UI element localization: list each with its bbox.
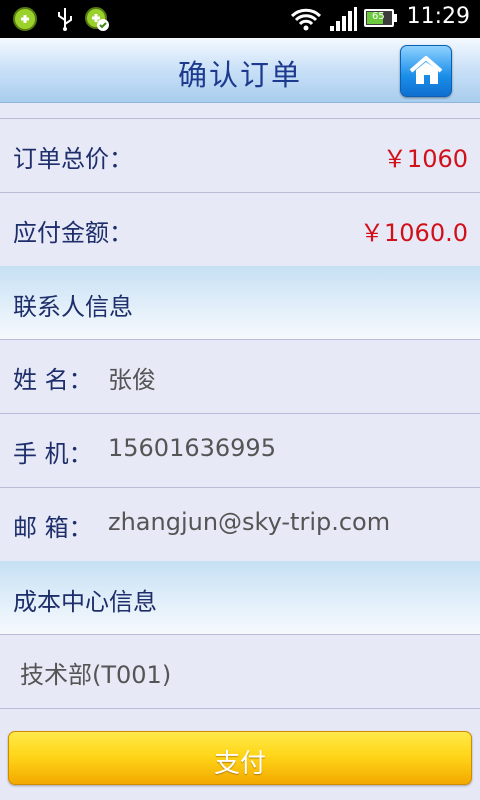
contact-email-label: 邮 箱： bbox=[13, 514, 93, 542]
contact-phone-row: 手 机： 15601636995 bbox=[0, 414, 480, 488]
contact-section-title: 联系人信息 bbox=[13, 293, 133, 321]
pay-button-label: 支付 bbox=[213, 749, 266, 779]
home-icon bbox=[409, 56, 443, 84]
contact-email-value: zhangjun@sky-trip.com bbox=[108, 508, 391, 536]
payable-amount-row: 应付金额： ￥1060.0 bbox=[0, 193, 480, 267]
cost-center-section-header: 成本中心信息 bbox=[0, 561, 480, 635]
contact-email-row: 邮 箱： zhangjun@sky-trip.com bbox=[0, 488, 480, 562]
wifi-icon bbox=[290, 8, 322, 31]
payable-amount-label: 应付金额： bbox=[13, 219, 133, 247]
app-plus-icon bbox=[13, 7, 37, 31]
cost-center-row: 技术部(T001) bbox=[0, 635, 480, 709]
pay-button[interactable]: 支付 bbox=[8, 731, 472, 785]
order-total-row: 订单总价： ￥1060 bbox=[0, 119, 480, 193]
contact-phone-label: 手 机： bbox=[13, 440, 93, 468]
signal-icon bbox=[330, 7, 357, 31]
contact-section-header: 联系人信息 bbox=[0, 266, 480, 340]
battery-icon: 65 bbox=[364, 9, 398, 29]
title-bar: 确认订单 bbox=[0, 38, 480, 103]
contact-name-label: 姓 名： bbox=[13, 366, 93, 394]
order-total-label: 订单总价： bbox=[13, 145, 133, 173]
home-button[interactable] bbox=[400, 45, 452, 97]
usb-icon bbox=[58, 8, 72, 31]
battery-level-text: 65 bbox=[372, 11, 385, 22]
order-total-value: ￥1060 bbox=[382, 145, 468, 173]
status-time: 11:29 bbox=[406, 4, 470, 29]
cost-center-value: 技术部(T001) bbox=[20, 661, 172, 689]
status-bar: 65 11:29 bbox=[0, 0, 480, 38]
app-check-icon bbox=[85, 7, 109, 31]
cost-center-section-title: 成本中心信息 bbox=[13, 588, 157, 616]
contact-name-value: 张俊 bbox=[108, 366, 156, 394]
contact-phone-value: 15601636995 bbox=[108, 434, 276, 462]
contact-name-row: 姓 名： 张俊 bbox=[0, 340, 480, 414]
payable-amount-value: ￥1060.0 bbox=[360, 219, 468, 247]
header-spacer bbox=[0, 103, 480, 119]
